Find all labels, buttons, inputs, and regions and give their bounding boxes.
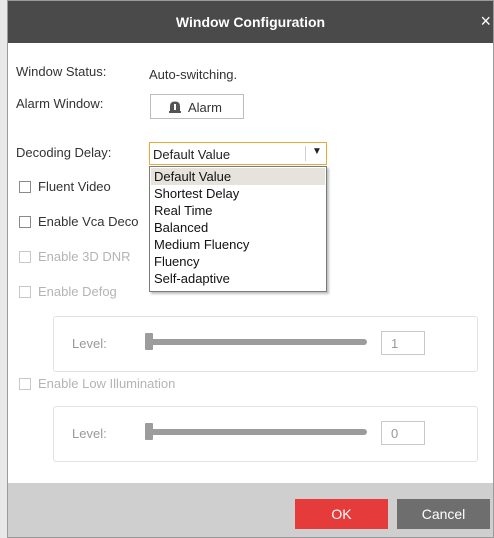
enable-low-illumination-checkbox[interactable] [19,378,31,390]
enable-3d-dnr-checkbox[interactable] [19,251,31,263]
enable-3d-dnr-label: Enable 3D DNR [38,249,131,264]
dropdown-option-fluency[interactable]: Fluency [151,253,325,270]
alarm-bell-icon [168,100,182,117]
decoding-delay-label: Decoding Delay: [16,145,112,160]
low-illumination-level-label: Level: [72,426,107,441]
defog-level-label: Level: [72,336,107,351]
fluent-video-label: Fluent Video [38,179,111,194]
dropdown-option-self-adaptive[interactable]: Self-adaptive [151,270,325,287]
decoding-delay-select[interactable]: Default Value ▼ [149,142,327,165]
defog-level-panel: Level: 1 [53,316,478,372]
dropdown-option-medium-fluency[interactable]: Medium Fluency [151,236,325,253]
title-bar[interactable]: Window Configuration × [8,1,493,43]
alarm-button[interactable]: Alarm [150,94,244,119]
decoding-delay-selected-value: Default Value [153,147,231,162]
ok-button[interactable]: OK [295,499,388,529]
cancel-button[interactable]: Cancel [397,499,490,529]
dropdown-option-shortest-delay[interactable]: Shortest Delay [151,185,325,202]
low-illumination-level-panel: Level: 0 [53,406,478,462]
dropdown-option-real-time[interactable]: Real Time [151,202,325,219]
chevron-down-icon[interactable]: ▼ [312,146,322,157]
alarm-button-label: Alarm [188,100,222,115]
dropdown-option-default-value[interactable]: Default Value [151,168,325,185]
select-separator [305,146,306,161]
enable-defog-checkbox[interactable] [19,286,31,298]
window-status-value: Auto-switching. [149,67,238,82]
enable-low-illumination-label: Enable Low Illumination [38,376,176,391]
defog-level-slider-track[interactable] [147,339,367,345]
dialog-title: Window Configuration [175,14,326,30]
fluent-video-checkbox[interactable] [19,181,31,193]
low-illumination-slider-handle[interactable] [145,423,153,440]
alarm-window-label: Alarm Window: [16,96,104,111]
dialog-footer: OK Cancel [8,483,493,537]
window-status-label: Window Status: [16,64,107,79]
low-illumination-level-input[interactable]: 0 [381,421,425,445]
close-icon[interactable]: × [480,11,491,32]
low-illumination-slider-track[interactable] [147,429,367,435]
window-configuration-dialog: Window Configuration × Window Status: Au… [7,0,494,538]
enable-vca-checkbox[interactable] [19,216,31,228]
decoding-delay-dropdown: Default Value Shortest Delay Real Time B… [149,166,327,292]
dropdown-option-balanced[interactable]: Balanced [151,219,325,236]
enable-defog-label: Enable Defog [38,284,117,299]
defog-level-input[interactable]: 1 [381,331,425,355]
defog-level-slider-handle[interactable] [145,333,153,350]
enable-vca-label: Enable Vca Deco [38,214,139,229]
